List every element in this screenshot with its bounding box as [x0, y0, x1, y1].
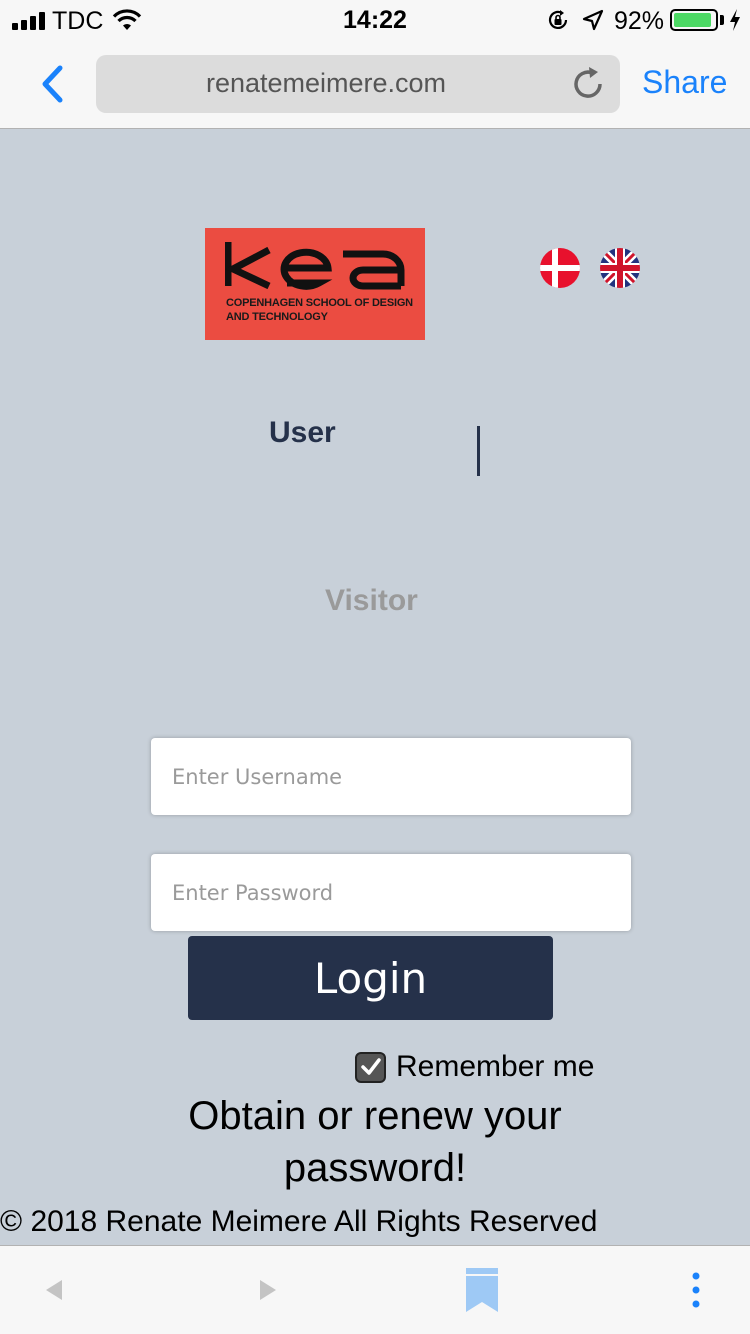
browser-nav-bar: renatemeimere.com Share [0, 40, 750, 129]
username-input[interactable] [151, 738, 631, 815]
browser-toolbar [0, 1245, 750, 1334]
danish-flag-icon[interactable] [540, 248, 580, 288]
remember-me-checkbox[interactable]: Remember me [355, 1050, 594, 1084]
tab-divider [477, 426, 480, 476]
obtain-password-link[interactable]: Obtain or renew your password! [0, 1090, 750, 1194]
battery-tip [720, 15, 724, 25]
kea-wordmark [225, 242, 405, 290]
copyright-text: © 2018 Renate Meimere All Rights Reserve… [0, 1205, 598, 1238]
password-input[interactable] [151, 854, 631, 931]
reload-icon[interactable] [570, 65, 608, 103]
kea-logo: COPENHAGEN SCHOOL OF DESIGN AND TECHNOLO… [205, 228, 425, 340]
forward-arrow-icon[interactable] [256, 1266, 280, 1314]
location-icon [582, 9, 604, 31]
back-arrow-icon[interactable] [42, 1266, 66, 1314]
battery-icon [670, 9, 718, 31]
uk-flag-icon[interactable] [600, 248, 640, 288]
tab-user[interactable]: User [269, 416, 336, 450]
more-icon[interactable] [686, 1266, 706, 1314]
login-button[interactable]: Login [188, 936, 553, 1020]
share-button[interactable]: Share [642, 64, 727, 101]
checkbox-checked-icon[interactable] [355, 1051, 386, 1083]
address-bar[interactable]: renatemeimere.com [96, 55, 620, 113]
url-text: renatemeimere.com [205, 68, 447, 98]
remember-me-label: Remember me [396, 1050, 595, 1083]
charging-icon [730, 9, 740, 31]
rotation-lock-icon [548, 10, 568, 29]
back-chevron-icon[interactable] [36, 64, 70, 104]
kea-tagline: COPENHAGEN SCHOOL OF DESIGN AND TECHNOLO… [226, 297, 413, 323]
battery-percent: 92% [614, 7, 665, 35]
bookmark-icon[interactable] [464, 1266, 500, 1314]
status-bar: TDC 14:22 92% [0, 0, 750, 40]
tab-visitor[interactable]: Visitor [325, 584, 418, 618]
